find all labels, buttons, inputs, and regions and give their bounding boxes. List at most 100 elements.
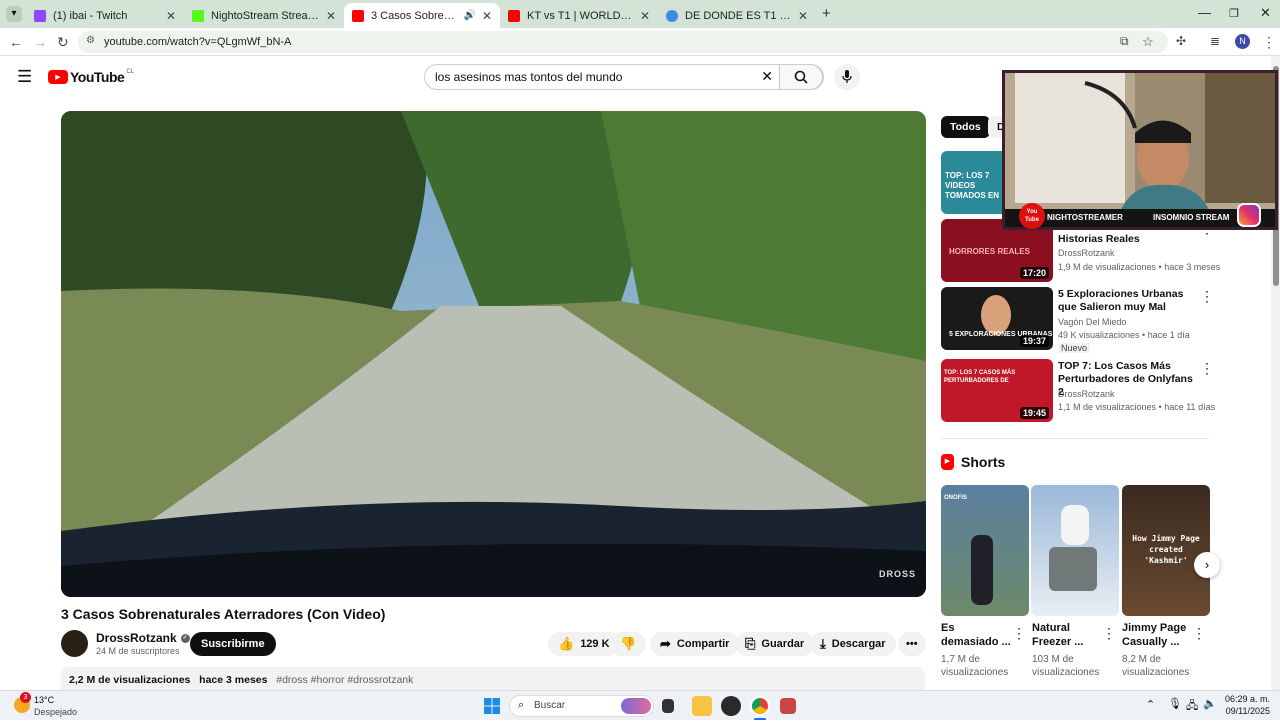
video-duration: 19:45	[1019, 407, 1049, 419]
file-explorer-icon[interactable]	[692, 696, 712, 716]
tab-twitch[interactable]: (1) ibai - Twitch ✕	[26, 3, 184, 28]
short-views: 103 M de visualizaciones	[1032, 654, 1100, 678]
channel-name[interactable]: DrossRotzank ✓	[96, 631, 190, 645]
short-views: 1,7 M de visualizaciones	[941, 654, 1009, 678]
tab-kick[interactable]: NightoStream Stream - Watch Live ✕	[184, 3, 344, 28]
kebab-icon[interactable]: ⋮	[1102, 625, 1116, 642]
extensions-icon[interactable]: ✣	[1176, 34, 1186, 48]
tool-icon[interactable]	[780, 698, 796, 714]
hamburger-menu-icon[interactable]: ☰	[17, 67, 32, 87]
recommendation-stats: 1,1 M de visualizaciones • hace 11 días	[1058, 402, 1216, 412]
weather-temp: 13°C	[34, 695, 55, 705]
share-button[interactable]: ➦ Compartir	[650, 632, 740, 656]
video-title: 3 Casos Sobrenaturales Aterradores (Con …	[61, 606, 386, 622]
short-thumbnail[interactable]: ONOFIS	[941, 485, 1029, 616]
tab-search-button[interactable]: ▾	[6, 6, 22, 22]
windows-start-icon[interactable]	[482, 696, 502, 716]
channel-avatar[interactable]	[61, 630, 88, 657]
kebab-icon[interactable]: ⋮	[1200, 360, 1214, 377]
channel-name-text: DrossRotzank	[96, 631, 177, 645]
download-icon: ⤓	[820, 636, 826, 651]
speaker-icon[interactable]: 🔊	[463, 10, 475, 21]
recommendation-title[interactable]: 5 Exploraciones Urbanas que Salieron muy…	[1058, 288, 1198, 314]
search-input[interactable]: los asesinos mas tontos del mundo	[435, 70, 622, 84]
hashtags[interactable]: #dross #horror #drossrotzank	[276, 674, 413, 686]
tab-youtube-active[interactable]: 3 Casos Sobrenaturales Aterradores 🔊 ✕	[344, 3, 500, 28]
restore-icon[interactable]: ❐	[1229, 7, 1239, 20]
app-icon[interactable]	[721, 696, 741, 716]
subscribe-button[interactable]: Suscribirme	[190, 632, 276, 656]
clock-date: 09/11/2025	[1225, 706, 1270, 716]
recommendation-channel[interactable]: DrossRotzank	[1058, 248, 1115, 258]
shorts-next-button[interactable]: ›	[1194, 552, 1220, 578]
shorts-icon: ▶	[941, 454, 954, 470]
chip-all[interactable]: Todos	[941, 116, 990, 138]
bookmark-star-icon[interactable]: ☆	[1142, 34, 1154, 50]
close-icon[interactable]: ✕	[482, 9, 492, 23]
tab-youtube-worlds[interactable]: KT vs T1 | WORLDS 2025 | Gran Final ✕	[500, 3, 658, 28]
tray-chevron-icon[interactable]: ⌃	[1146, 698, 1155, 711]
tab-strip: ▾ (1) ibai - Twitch ✕ NightoStream Strea…	[0, 0, 1280, 28]
short-title[interactable]: Natural Freezer ...	[1032, 621, 1102, 649]
kebab-icon[interactable]: ⋮	[1200, 288, 1214, 305]
short-thumbnail[interactable]: How Jimmy Page created 'Kashmir'	[1122, 485, 1210, 616]
search-icon	[794, 70, 808, 84]
streamer-name-left: NIGHTOSTREAMER	[1047, 213, 1123, 222]
short-title[interactable]: Es demasiado ...	[941, 621, 1011, 649]
chrome-icon[interactable]	[750, 696, 770, 716]
recommendation-channel[interactable]: Vagón Del Miedo	[1058, 317, 1126, 327]
install-icon[interactable]: ⧉	[1120, 34, 1129, 49]
clock[interactable]: 06:29 a. m. 09/11/2025	[1224, 694, 1270, 716]
divider	[941, 438, 1209, 439]
search-box[interactable]: los asesinos mas tontos del mundo ✕	[424, 64, 824, 90]
back-icon[interactable]: ←	[9, 34, 23, 50]
short-thumbnail[interactable]	[1031, 485, 1119, 616]
tab-google[interactable]: DE DONDE ES T1 EQUIPO LOL ✕	[658, 3, 816, 28]
clear-search-icon[interactable]: ✕	[761, 68, 773, 85]
kebab-icon[interactable]: ⋮	[1012, 625, 1026, 642]
task-view-icon[interactable]	[662, 699, 674, 713]
more-actions-button[interactable]: •••	[898, 632, 926, 656]
close-icon[interactable]: ✕	[798, 9, 808, 23]
media-control-icon[interactable]: ≣	[1210, 34, 1220, 48]
voice-search-button[interactable]	[834, 64, 860, 90]
weather-widget[interactable]: 3 13°C Despejado	[12, 692, 102, 718]
volume-icon[interactable]: 🔈	[1203, 697, 1217, 710]
recommendation-thumbnail[interactable]: 5 EXPLORACIONES URBANAS 19:37	[941, 287, 1053, 350]
close-window-icon[interactable]: ✕	[1260, 5, 1271, 21]
recommendation-title[interactable]: Historias Reales	[1058, 233, 1198, 246]
taskbar-search[interactable]: ⌕ Buscar	[509, 695, 654, 717]
close-icon[interactable]: ✕	[640, 9, 650, 23]
short-title[interactable]: Jimmy Page Casually ...	[1122, 621, 1192, 649]
forward-icon[interactable]: →	[33, 34, 47, 50]
recommendation-channel[interactable]: DrossRotzank	[1058, 389, 1115, 399]
dislike-button[interactable]: 👎	[610, 632, 647, 656]
site-info-icon[interactable]: ⚙	[86, 35, 95, 46]
like-button[interactable]: 👍 129 K	[548, 632, 620, 656]
minimize-icon[interactable]: —	[1198, 5, 1211, 20]
recommendation-stats: 1,9 M de visualizaciones • hace 3 meses	[1058, 262, 1221, 272]
microphone-tray-icon[interactable]: 🎙	[1168, 697, 1182, 710]
profile-avatar[interactable]: N	[1235, 34, 1250, 49]
search-button[interactable]	[779, 64, 823, 90]
video-player[interactable]: DROSS	[61, 111, 926, 597]
webcam-overlay: You Tube NIGHTOSTREAMER INSOMNIO STREAM	[1002, 70, 1278, 230]
youtube-wordmark: YouTube	[70, 69, 125, 85]
windows-logo	[484, 698, 500, 714]
thumbnail-face	[981, 295, 1011, 335]
youtube-logo[interactable]: ▶ YouTube CL	[48, 69, 134, 85]
close-icon[interactable]: ✕	[326, 9, 336, 23]
recommendation-thumbnail[interactable]: TOP: LOS 7 CASOS MÁS PERTURBADORES DE 19…	[941, 359, 1053, 422]
save-button[interactable]: ⎘ Guardar	[735, 632, 815, 656]
kebab-icon[interactable]: ⋮	[1192, 625, 1206, 642]
download-button[interactable]: ⤓ Descargar	[810, 632, 896, 656]
country-code: CL	[126, 69, 134, 75]
menu-kebab-icon[interactable]: ⋮	[1262, 34, 1276, 51]
google-icon	[666, 9, 678, 22]
reload-icon[interactable]: ↻	[57, 34, 69, 51]
windows-taskbar: 3 13°C Despejado ⌕ Buscar ⌃ 🎙 🖧 🔈 06:29 …	[0, 690, 1280, 720]
network-icon[interactable]: 🖧	[1186, 697, 1198, 716]
new-tab-button[interactable]: +	[822, 5, 831, 22]
url-field[interactable]: ⚙ youtube.com/watch?v=QLgmWf_bN-A	[78, 31, 1168, 53]
close-icon[interactable]: ✕	[166, 9, 176, 23]
